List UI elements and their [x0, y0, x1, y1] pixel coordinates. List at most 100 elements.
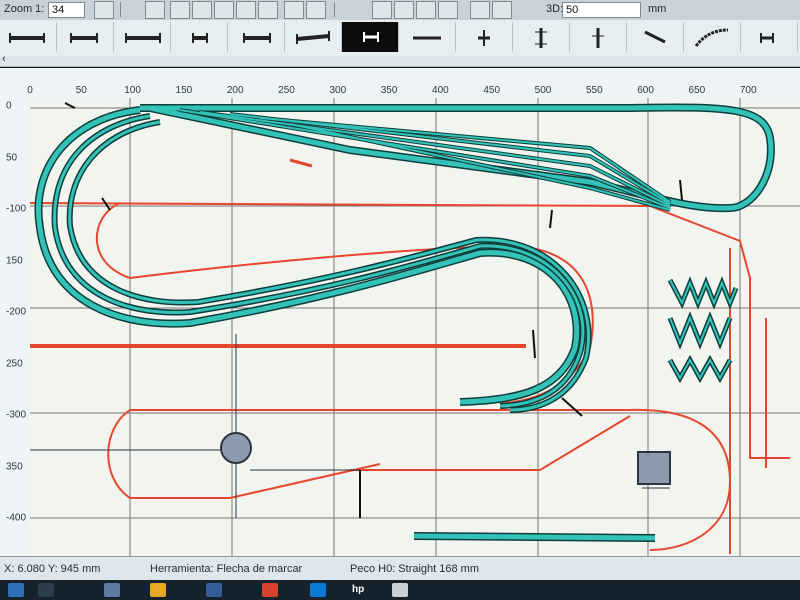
track-palette — [0, 20, 800, 57]
ruler-v-tick-label: 0 — [6, 100, 12, 112]
ruler-v-tick-label: 250 — [6, 358, 23, 369]
shape-tool-icon[interactable] — [192, 1, 212, 19]
windows-start-icon[interactable] — [8, 583, 24, 597]
three-d-label: 3D: — [546, 3, 564, 15]
track-piece-crossing[interactable] — [570, 22, 627, 52]
track-selected-icon — [363, 32, 379, 42]
top-toolbar: Zoom 1: 34 3D: 50 mm — [0, 0, 800, 21]
track-straight-icon — [125, 33, 161, 43]
ruler-v-tick-label: -100 — [6, 203, 27, 215]
track-piece-straight-short[interactable] — [57, 22, 114, 52]
ruler-v-tick-label: 50 — [6, 152, 18, 163]
task-view-icon[interactable] — [38, 583, 54, 597]
ruler-h-tick-label: 550 — [585, 85, 603, 96]
view-icon[interactable] — [470, 1, 490, 19]
ruler-h-tick-label: 50 — [75, 85, 87, 96]
tool-button-icon[interactable] — [284, 1, 304, 19]
ruler-v-tick-label: 150 — [6, 255, 23, 266]
track-diagonal-icon — [644, 30, 666, 44]
track-straight-icon — [70, 33, 98, 43]
ruler-v-tick-label: 350 — [6, 461, 23, 472]
line-tool-icon[interactable] — [170, 1, 190, 19]
layer-icon[interactable] — [416, 1, 436, 19]
hp-icon[interactable]: hp — [352, 584, 364, 595]
layout-canvas[interactable] — [30, 98, 800, 556]
ruler-h-tick-label: 500 — [534, 85, 552, 96]
ruler-h-tick-label: 250 — [278, 85, 295, 96]
ruler-v-tick-label: -200 — [6, 306, 27, 318]
track-piece-curve[interactable] — [684, 22, 741, 52]
ruler-h-tick-label: 200 — [226, 85, 244, 96]
toolbar-separator — [334, 2, 335, 17]
track-piece-short[interactable] — [171, 22, 228, 52]
folder-icon[interactable] — [150, 583, 166, 597]
track-flex-icon — [296, 31, 330, 44]
zoom-input[interactable]: 34 — [48, 2, 85, 18]
status-bar: X: 6.080 Y: 945 mm Herramienta: Flecha d… — [0, 556, 800, 581]
track-buffer-icon — [478, 30, 490, 46]
print-icon[interactable] — [145, 1, 165, 19]
edit-tool-icon[interactable] — [258, 1, 278, 19]
track-piece-vertical[interactable] — [513, 22, 570, 52]
ruler-h-tick-label: 0 — [27, 85, 33, 96]
layer-icon[interactable] — [394, 1, 414, 19]
zoom-label: Zoom 1: — [4, 3, 45, 15]
text-tool-icon[interactable] — [214, 1, 234, 19]
cursor-coordinates: X: 6.080 Y: 945 mm — [4, 563, 101, 575]
track-crossing-icon — [592, 28, 604, 48]
chrome-icon[interactable] — [262, 583, 278, 597]
selected-track-piece: Peco H0: Straight 168 mm — [350, 563, 480, 575]
fill-tool-icon[interactable] — [236, 1, 256, 19]
ruler-h-tick-label: 150 — [175, 85, 193, 96]
red-short-segment[interactable] — [289, 158, 313, 168]
ruler-h-tick-label: 400 — [432, 85, 449, 96]
main-loop-track[interactable] — [34, 103, 775, 413]
bottom-straight-rail — [413, 533, 656, 541]
track-piece-selected[interactable] — [342, 22, 399, 52]
toolbar-separator — [120, 2, 121, 17]
three-d-input[interactable]: 50 — [562, 2, 641, 18]
ruler-h-tick-label: 600 — [637, 85, 654, 96]
layer-icon[interactable] — [372, 1, 392, 19]
rail-planner-icon[interactable] — [392, 583, 408, 597]
track-piece-small[interactable] — [741, 22, 798, 52]
horizontal-ruler: 0 50 100 150 200 250 300 350 400 450 500 550 600 650 7… — [0, 68, 800, 99]
current-tool: Herramienta: Flecha de marcar — [150, 563, 303, 575]
track-curve-icon — [694, 28, 729, 47]
track-straight-icon — [413, 36, 441, 40]
layer-icon[interactable] — [438, 1, 458, 19]
track-straight-icon — [9, 33, 45, 43]
store-icon[interactable] — [206, 583, 222, 597]
horizontal-scroll-strip[interactable]: ‹ — [0, 53, 800, 67]
mail-icon[interactable] — [310, 583, 326, 597]
scroll-left-arrow-icon[interactable]: ‹ — [2, 53, 6, 65]
zoom-spin-icon[interactable] — [94, 1, 114, 19]
track-vertical-icon — [535, 28, 547, 48]
windows-taskbar: hp — [0, 580, 800, 600]
track-piece-medium[interactable] — [228, 22, 285, 52]
ruler-h-tick-label: 450 — [483, 85, 501, 96]
track-piece-buffer[interactable] — [456, 22, 513, 52]
vertical-ruler: 0 50 -100 150 -200 250 -300 350 -400 — [0, 98, 31, 556]
view-icon[interactable] — [492, 1, 512, 19]
ruler-h-tick-label: 650 — [688, 85, 706, 96]
unit-label: mm — [648, 3, 667, 15]
ruler-h-tick-label: 100 — [124, 85, 141, 96]
track-small-icon — [760, 33, 774, 43]
track-piece-straight[interactable] — [0, 22, 57, 52]
track-medium-icon — [243, 33, 271, 43]
track-layout-drawing[interactable] — [30, 98, 800, 556]
ruler-h-tick-label: 350 — [380, 85, 398, 96]
file-explorer-icon[interactable] — [104, 583, 120, 597]
turntable[interactable] — [220, 432, 252, 464]
track-piece-diagonal[interactable] — [627, 22, 684, 52]
building-square[interactable] — [637, 451, 671, 485]
ruler-h-tick-label: 300 — [329, 85, 347, 96]
track-piece-straight-long[interactable] — [114, 22, 171, 52]
track-piece-straight-thin[interactable] — [399, 22, 456, 52]
ruler-v-tick-label: -400 — [6, 512, 27, 524]
ruler-v-tick-label: -300 — [6, 409, 27, 421]
tool-button-icon[interactable] — [306, 1, 326, 19]
ruler-h-tick-label: 700 — [739, 85, 757, 96]
track-piece-flex[interactable] — [285, 22, 342, 52]
